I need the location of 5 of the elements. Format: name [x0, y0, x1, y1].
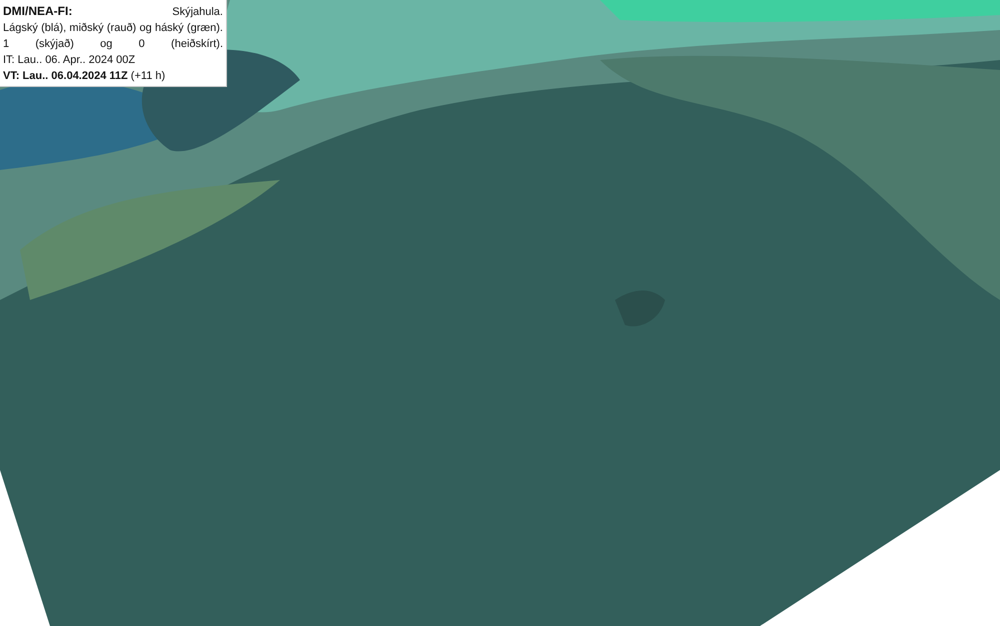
valid-time: VT: Lau.. 06.04.2024 11Z (+11 h)	[3, 69, 166, 84]
initial-time: IT: Lau.. 06. Apr.. 2024 00Z	[3, 53, 136, 68]
parameter-name: Skýjahula.	[172, 5, 223, 20]
legend-description: Lágský (blá), miðský (rauð) og háský (græn). 1 (skýjað) og 0 (heiðskírt).	[3, 21, 223, 52]
model-name: DMI/NEA-FI:	[3, 3, 72, 19]
